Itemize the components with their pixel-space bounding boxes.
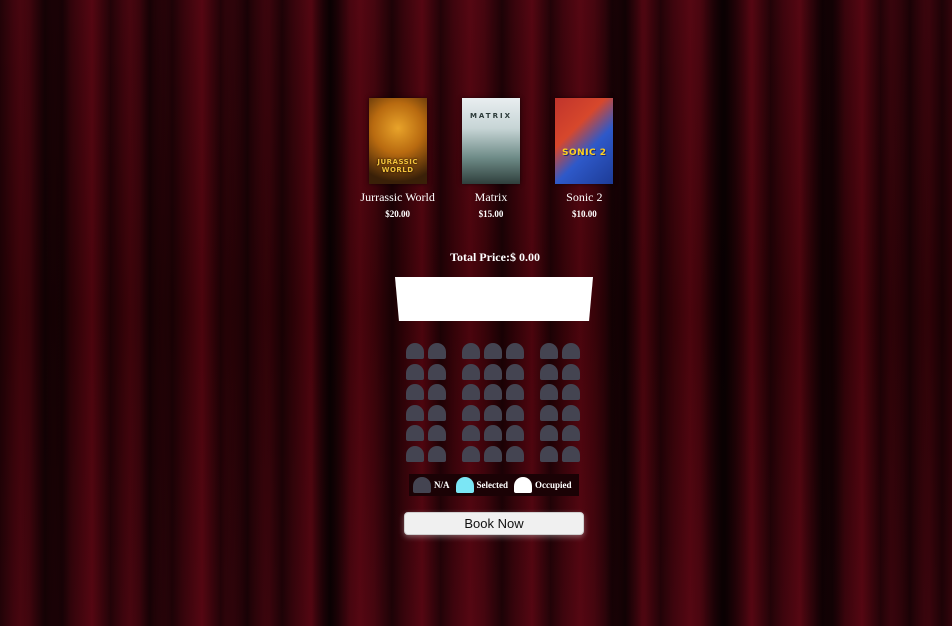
seat[interactable] (406, 384, 424, 400)
movie-price: $15.00 (478, 209, 504, 219)
seat[interactable] (484, 425, 502, 441)
movie-card-jurassic-world[interactable]: JURASSIC WORLD Jurrassic World $20.00 (351, 98, 444, 219)
seat[interactable] (540, 425, 558, 441)
legend-occupied: Occupied (514, 477, 572, 493)
curtain-fold (890, 0, 930, 626)
seat[interactable] (562, 363, 580, 380)
seat[interactable] (540, 363, 558, 380)
seat[interactable] (462, 363, 480, 380)
seat[interactable] (484, 445, 502, 462)
curtain-fold (700, 0, 750, 626)
seat[interactable] (540, 445, 558, 462)
movie-price: $20.00 (385, 209, 411, 219)
seat-legend: N/A Selected Occupied (409, 474, 579, 496)
total-price-value: $ 0.00 (509, 250, 540, 264)
seat[interactable] (428, 343, 446, 359)
legend-selected-label: Selected (476, 480, 509, 490)
selected-seat-icon (455, 477, 474, 493)
seat[interactable] (462, 445, 480, 462)
seat[interactable] (428, 384, 446, 400)
seat[interactable] (462, 384, 480, 400)
seat[interactable] (562, 425, 580, 441)
seat[interactable] (428, 445, 446, 462)
legend-na-label: N/A (434, 480, 450, 490)
movie-title: Sonic 2 (566, 190, 603, 204)
seat[interactable] (506, 363, 524, 380)
curtain-fold (130, 0, 170, 626)
seat[interactable] (484, 404, 502, 421)
na-seat-icon (413, 477, 431, 493)
poster-caption: JURASSIC WORLD (377, 158, 418, 174)
matrix-poster-icon[interactable]: MATRIX (461, 98, 520, 184)
seat[interactable] (406, 425, 424, 441)
movie-card-sonic-2[interactable]: SONIC 2 Sonic 2 $10.00 (538, 98, 631, 219)
movie-title: Matrix (474, 190, 508, 204)
seat[interactable] (406, 363, 424, 380)
seat[interactable] (428, 425, 446, 441)
movie-list: JURASSIC WORLD Jurrassic World $20.00 MA… (351, 98, 631, 219)
movie-title: Jurrassic World (360, 190, 435, 204)
seat[interactable] (540, 384, 558, 400)
movie-card-matrix[interactable]: MATRIX Matrix $15.00 (444, 98, 537, 219)
seat[interactable] (484, 363, 502, 380)
occupied-seat-icon (514, 477, 532, 493)
seat[interactable] (428, 404, 446, 421)
book-now-button[interactable]: Book Now (404, 512, 584, 535)
seat[interactable] (406, 445, 424, 462)
curtain-fold (605, 0, 645, 626)
seat[interactable] (484, 343, 502, 359)
curtain-fold (800, 0, 845, 626)
seat[interactable] (506, 343, 524, 359)
seat[interactable] (506, 404, 524, 421)
seat[interactable] (462, 425, 480, 441)
jurassic-world-poster-icon[interactable]: JURASSIC WORLD (368, 98, 427, 184)
legend-na: N/A (413, 477, 450, 493)
seat[interactable] (540, 343, 558, 359)
curtain-fold (225, 0, 270, 626)
seat[interactable] (406, 343, 424, 359)
seat[interactable] (484, 384, 502, 400)
seat[interactable] (562, 404, 580, 421)
curtain-fold (20, 0, 70, 626)
total-price-label: Total Price: (450, 250, 510, 264)
seat[interactable] (506, 384, 524, 400)
seat[interactable] (562, 384, 580, 400)
seat[interactable] (428, 363, 446, 380)
seat[interactable] (506, 445, 524, 462)
legend-selected: Selected (455, 477, 509, 493)
sonic-2-poster-icon[interactable]: SONIC 2 (555, 98, 614, 184)
seat[interactable] (506, 425, 524, 441)
total-price: Total Price:$ 0.00 (400, 250, 590, 265)
seat[interactable] (562, 343, 580, 359)
seat[interactable] (406, 404, 424, 421)
poster-caption: SONIC 2 (562, 148, 607, 158)
seat[interactable] (462, 404, 480, 421)
curtain-fold (310, 0, 350, 626)
legend-occupied-label: Occupied (535, 480, 572, 490)
poster-caption: MATRIX (469, 112, 512, 120)
seat[interactable] (562, 445, 580, 462)
seat[interactable] (540, 404, 558, 421)
movie-price: $10.00 (571, 209, 597, 219)
cinema-screen (395, 277, 593, 321)
seat[interactable] (462, 343, 480, 359)
